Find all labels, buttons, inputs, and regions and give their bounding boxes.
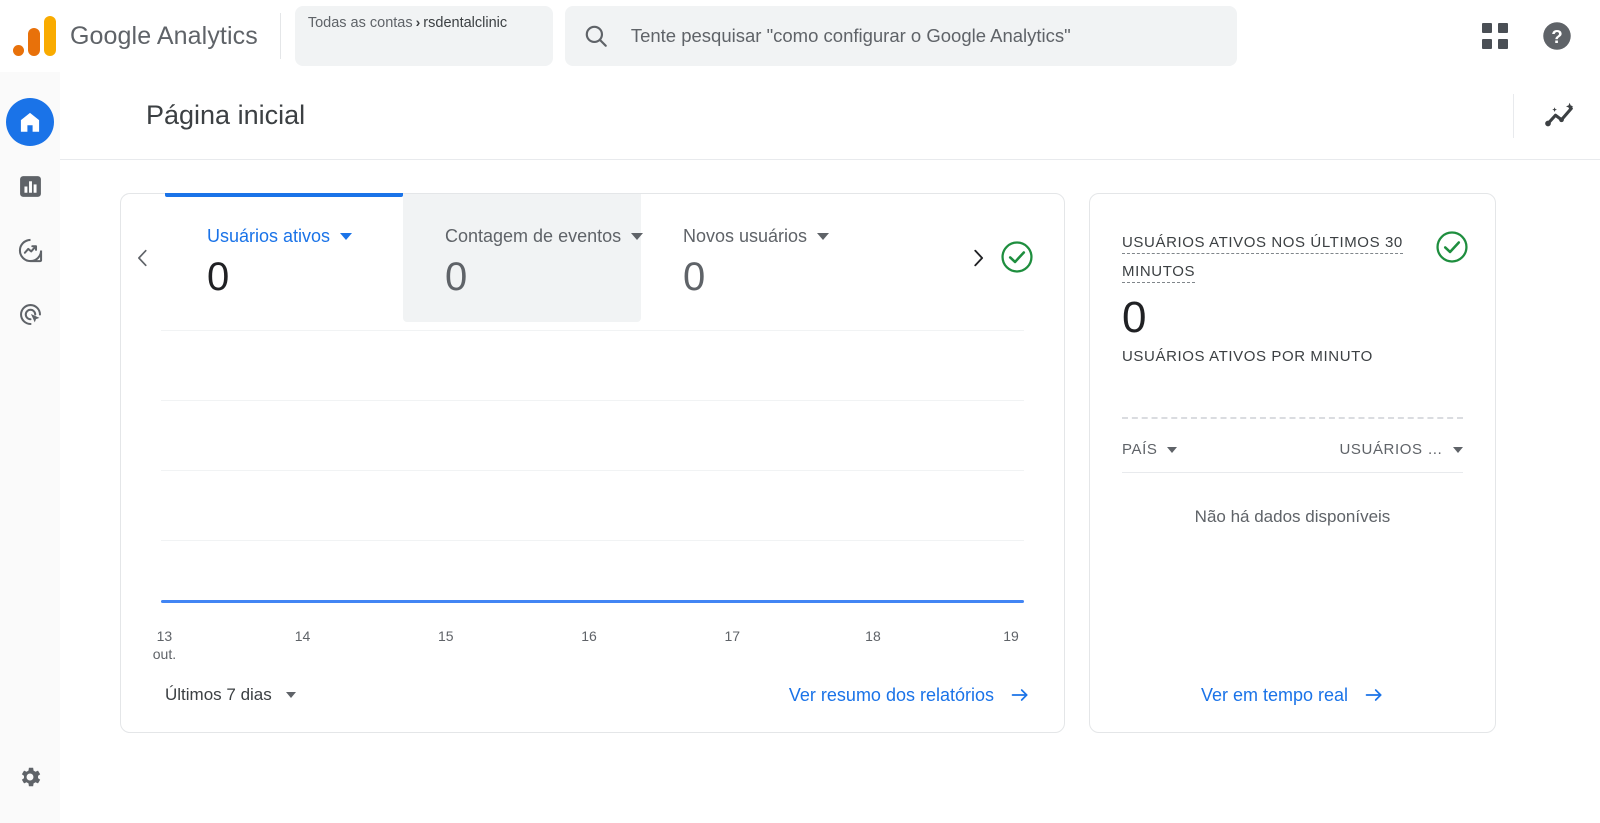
- date-range-label: Últimos 7 dias: [165, 685, 272, 704]
- help-circle-icon[interactable]: ?: [1542, 21, 1572, 51]
- arrow-right-icon: [1011, 689, 1028, 701]
- x-tick-label: 13: [156, 628, 173, 644]
- view-realtime-link[interactable]: Ver em tempo real: [1201, 685, 1384, 706]
- view-reports-summary-link[interactable]: Ver resumo dos relatórios: [789, 685, 1030, 706]
- metric-value: 0: [445, 255, 468, 299]
- chevron-left-icon: [138, 249, 147, 267]
- x-axis-tick: 19: [1003, 628, 1019, 644]
- realtime-column-country[interactable]: PAÍS: [1122, 441, 1178, 458]
- realtime-title-line1: USUÁRIOS ATIVOS NOS ÚLTIMOS 30: [1122, 234, 1403, 254]
- date-range-selector[interactable]: Últimos 7 dias: [165, 685, 296, 705]
- topbar-actions: ?: [1482, 0, 1600, 72]
- view-reports-summary-label: Ver resumo dos relatórios: [788, 684, 994, 705]
- top-bar: Google Analytics Todas as contas › rsdenta…: [0, 0, 1600, 72]
- realtime-column-users[interactable]: USUÁRIOS …: [1339, 441, 1463, 458]
- metric-prev-button[interactable]: [121, 194, 165, 322]
- brand-name: Google Analytics: [70, 21, 258, 50]
- brand: Google Analytics: [0, 0, 258, 72]
- google-analytics-logo: [12, 14, 58, 58]
- sidebar: [0, 72, 60, 823]
- realtime-table-header: PAÍS USUÁRIOS …: [1122, 441, 1463, 473]
- metric-label: Contagem de eventos: [445, 226, 622, 246]
- realtime-card-footer: Ver em tempo real: [1090, 658, 1495, 732]
- metric-label: Novos usuários: [683, 226, 808, 246]
- realtime-title-line2: MINUTOS: [1122, 263, 1196, 283]
- x-axis-tick: 15: [437, 628, 454, 644]
- x-axis-tick: 14: [294, 628, 311, 644]
- header-divider: [1513, 94, 1514, 138]
- realtime-card: USUÁRIOS ATIVOS NOS ÚLTIMOS 30 MINUTOS 0…: [1089, 193, 1496, 733]
- apps-grid-icon[interactable]: [1482, 23, 1508, 49]
- reports-bar-chart-icon: [19, 175, 41, 197]
- chevron-down-icon: [1167, 446, 1178, 453]
- chevron-right-icon: [974, 249, 984, 267]
- chevron-down-icon: [1453, 446, 1463, 453]
- metric-tabs: Usuários ativos 0 Contagem de eventos 0 …: [121, 193, 1064, 322]
- account-breadcrumb[interactable]: Todas as contas › rsdentalclinic: [294, 6, 553, 66]
- sidebar-item-admin[interactable]: [6, 753, 54, 801]
- metric-label: Usuários ativos: [207, 226, 331, 246]
- realtime-active-users-value: 0: [1122, 293, 1147, 342]
- chevron-down-icon[interactable]: [817, 233, 830, 240]
- brand-divider: [279, 13, 281, 59]
- chevron-down-icon: [285, 692, 296, 698]
- sidebar-item-home[interactable]: [6, 98, 54, 146]
- active-users-chart[interactable]: [161, 322, 1024, 622]
- realtime-header: USUÁRIOS ATIVOS NOS ÚLTIMOS 30 MINUTOS 0…: [1090, 194, 1495, 365]
- search-input[interactable]: [630, 19, 1219, 53]
- chart-series-line: [161, 600, 1024, 603]
- realtime-title: USUÁRIOS ATIVOS NOS ÚLTIMOS 30 MINUTOS: [1122, 228, 1414, 286]
- metric-tab-event-count[interactable]: Contagem de eventos 0: [403, 194, 644, 322]
- chart-x-axis: 13 out. 14 15 16 17 18 19: [153, 622, 1024, 662]
- sidebar-item-reports[interactable]: [6, 162, 54, 210]
- breadcrumb-parent: Todas as contas: [307, 15, 413, 31]
- active-tab-indicator: [165, 193, 403, 197]
- chart-gridline: [161, 330, 1024, 331]
- x-axis-tick: 13 out.: [153, 628, 176, 662]
- column-label: PAÍS: [1122, 441, 1158, 458]
- overview-card: Usuários ativos 0 Contagem de eventos 0 …: [120, 193, 1065, 733]
- x-axis-tick: 16: [581, 628, 597, 644]
- page-title: Página inicial: [146, 100, 306, 130]
- overview-card-footer: Últimos 7 dias Ver resumo dos relatórios: [121, 658, 1064, 732]
- chart-gridline: [161, 540, 1024, 541]
- view-realtime-label: Ver em tempo real: [1200, 684, 1349, 705]
- breadcrumb-current: rsdentalclinic: [423, 15, 508, 31]
- gear-icon: [21, 767, 41, 787]
- metric-tab-active-users[interactable]: Usuários ativos 0: [165, 193, 403, 322]
- breadcrumb-separator-icon: ›: [415, 14, 421, 30]
- realtime-empty-state: Não há dados disponíveis: [1194, 507, 1391, 526]
- metric-value: 0: [683, 255, 706, 299]
- metric-value: 0: [207, 255, 230, 299]
- realtime-status-badge[interactable]: [1435, 230, 1469, 264]
- insights-sparkle-icon[interactable]: [1542, 98, 1578, 134]
- sidebar-item-explore[interactable]: [6, 226, 54, 274]
- chart-gridline: [161, 470, 1024, 471]
- search-icon: [585, 25, 607, 47]
- metric-next-button[interactable]: [956, 194, 1000, 322]
- realtime-subtitle: USUÁRIOS ATIVOS POR MINUTO: [1122, 348, 1373, 365]
- x-axis-tick: 17: [724, 628, 741, 644]
- page-header: Página inicial: [60, 72, 1600, 160]
- home-icon: [20, 112, 40, 132]
- x-axis-tick: 18: [865, 628, 881, 644]
- main-content: Página inicial Usuários ativos 0 Contage…: [60, 72, 1600, 823]
- advertising-target-icon: [19, 303, 41, 325]
- sidebar-item-advertising[interactable]: [6, 290, 54, 338]
- cards-row: Usuários ativos 0 Contagem de eventos 0 …: [60, 160, 1600, 733]
- explore-trend-icon: [18, 238, 42, 262]
- search-bar[interactable]: [564, 6, 1237, 66]
- arrow-right-icon: [1365, 689, 1382, 701]
- metric-tab-new-users[interactable]: Novos usuários 0: [641, 194, 879, 322]
- svg-text:?: ?: [1551, 26, 1562, 47]
- chart-gridline: [161, 400, 1024, 401]
- column-label: USUÁRIOS …: [1339, 441, 1443, 458]
- realtime-sparkline-placeholder: [1122, 417, 1463, 419]
- chevron-down-icon[interactable]: [340, 233, 353, 240]
- data-collection-status-badge[interactable]: [1000, 240, 1034, 274]
